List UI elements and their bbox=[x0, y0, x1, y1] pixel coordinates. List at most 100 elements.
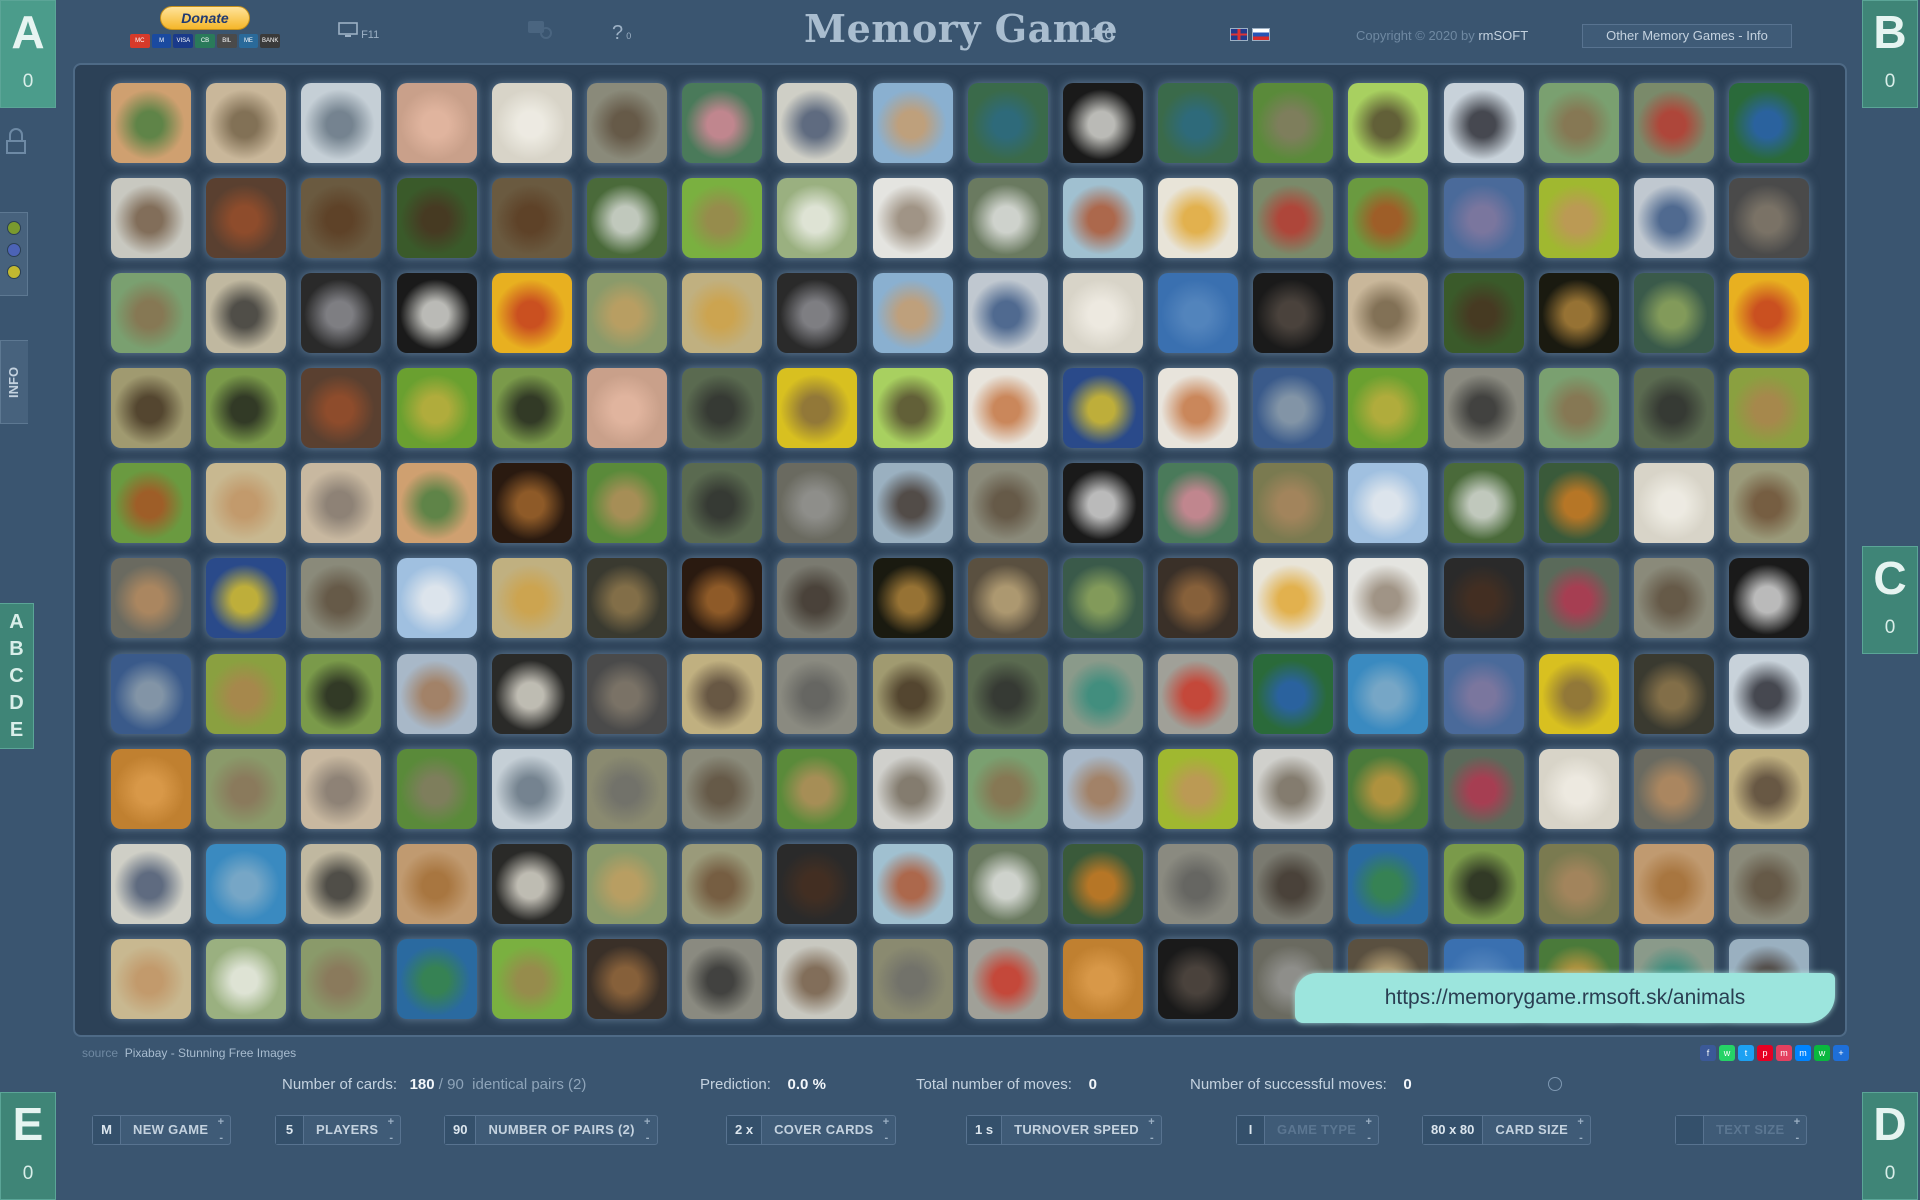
card-fly[interactable] bbox=[967, 273, 1048, 354]
card-tropical-fish[interactable] bbox=[206, 558, 287, 639]
clock-icon[interactable] bbox=[1548, 1077, 1562, 1091]
card-donkey[interactable] bbox=[872, 938, 953, 1019]
card-size-control[interactable]: 80 x 80CARD SIZE bbox=[1422, 1108, 1592, 1152]
share-icon[interactable]: w bbox=[1719, 1045, 1735, 1061]
card-gazelle[interactable] bbox=[777, 748, 858, 829]
card-duck[interactable] bbox=[1348, 843, 1429, 924]
card-flamingo[interactable] bbox=[1158, 463, 1239, 544]
card-beetle[interactable] bbox=[682, 368, 763, 449]
control-value[interactable]: 80 x 80 bbox=[1423, 1116, 1484, 1144]
card-goose[interactable] bbox=[396, 748, 477, 829]
card-ladybug[interactable] bbox=[1158, 653, 1239, 734]
share-icon[interactable]: m bbox=[1776, 1045, 1792, 1061]
card-cow[interactable] bbox=[491, 178, 572, 259]
card-beetle[interactable] bbox=[682, 463, 763, 544]
sound-toggle[interactable] bbox=[526, 18, 554, 43]
card-deer[interactable] bbox=[301, 558, 382, 639]
uk-flag-icon[interactable] bbox=[1230, 28, 1248, 41]
control-label[interactable]: NUMBER OF PAIRS (2) bbox=[476, 1108, 656, 1152]
card-pig[interactable] bbox=[396, 83, 477, 163]
card-lynx[interactable] bbox=[1538, 843, 1619, 924]
share-icon[interactable]: f bbox=[1700, 1045, 1716, 1061]
control-value[interactable]: M bbox=[93, 1116, 121, 1144]
control-label[interactable]: CARD SIZE bbox=[1483, 1108, 1590, 1152]
card-rabbit[interactable] bbox=[777, 368, 858, 449]
copyright-brand-link[interactable]: rmSOFT bbox=[1478, 28, 1528, 43]
card-deer[interactable] bbox=[586, 83, 667, 163]
card-butterfly[interactable] bbox=[1729, 273, 1810, 354]
card-stork[interactable] bbox=[777, 178, 858, 259]
card-peacock[interactable] bbox=[1158, 83, 1239, 163]
card-bee[interactable] bbox=[1253, 558, 1334, 639]
card-antelope[interactable] bbox=[206, 653, 287, 734]
donate-button[interactable]: Donate bbox=[160, 6, 250, 30]
card-camel[interactable] bbox=[111, 938, 191, 1019]
card-kangaroo[interactable] bbox=[206, 748, 287, 829]
card-zebra[interactable] bbox=[967, 843, 1048, 924]
card-goose[interactable] bbox=[1253, 83, 1334, 163]
card-pheasant[interactable] bbox=[111, 463, 191, 544]
control-value[interactable] bbox=[1676, 1116, 1704, 1144]
card-fish[interactable] bbox=[1158, 273, 1239, 354]
card-mandrill[interactable] bbox=[1443, 748, 1524, 829]
players-control[interactable]: 5PLAYERS bbox=[275, 1108, 402, 1152]
card-swallow[interactable] bbox=[111, 843, 191, 924]
card-hedgehog[interactable] bbox=[872, 178, 953, 259]
card-horse[interactable] bbox=[872, 273, 953, 354]
card-rhino[interactable] bbox=[777, 653, 858, 734]
card-rabbit[interactable] bbox=[1538, 653, 1619, 734]
card-macaw[interactable] bbox=[1253, 653, 1334, 734]
card-turtle[interactable] bbox=[1538, 83, 1619, 163]
card-wildebeest[interactable] bbox=[682, 653, 763, 734]
game-type-control[interactable]: IGAME TYPE bbox=[1236, 1108, 1380, 1152]
card-pig[interactable] bbox=[586, 368, 667, 449]
card-boar[interactable] bbox=[1253, 843, 1334, 924]
card-wolf[interactable] bbox=[1729, 178, 1810, 259]
control-value[interactable]: 1 s bbox=[967, 1116, 1003, 1144]
card-lion[interactable] bbox=[491, 463, 572, 544]
card-leopard[interactable] bbox=[586, 843, 667, 924]
card-bison[interactable] bbox=[111, 368, 191, 449]
card-lemur[interactable] bbox=[777, 463, 858, 544]
control-label[interactable]: COVER CARDS bbox=[762, 1108, 895, 1152]
fullscreen-toggle[interactable]: F11 bbox=[338, 22, 379, 41]
card-bear[interactable] bbox=[777, 843, 858, 924]
card-zebra[interactable] bbox=[967, 178, 1048, 259]
card-gazelle[interactable] bbox=[586, 463, 667, 544]
source-link[interactable]: Pixabay - Stunning Free Images bbox=[125, 1046, 296, 1060]
control-label[interactable]: GAME TYPE bbox=[1265, 1108, 1378, 1152]
card-peacock[interactable] bbox=[967, 83, 1048, 163]
card-cow[interactable] bbox=[301, 178, 382, 259]
card-iguana[interactable] bbox=[1634, 653, 1714, 734]
control-value[interactable]: 2 x bbox=[727, 1116, 763, 1144]
card-puma[interactable] bbox=[1538, 178, 1619, 259]
card-beaver[interactable] bbox=[872, 368, 953, 449]
card-moose[interactable] bbox=[1443, 273, 1524, 354]
card-crab[interactable] bbox=[1634, 83, 1714, 163]
card-dog[interactable] bbox=[1634, 843, 1714, 924]
card-lizard[interactable] bbox=[396, 463, 477, 544]
card-hedgehog[interactable] bbox=[1348, 558, 1429, 639]
card-chimpanzee[interactable] bbox=[1253, 273, 1334, 354]
card-lion[interactable] bbox=[682, 558, 763, 639]
other-games-button[interactable]: Other Memory Games - Info bbox=[1582, 24, 1792, 48]
card-seal[interactable] bbox=[301, 463, 382, 544]
card-stingray[interactable] bbox=[491, 748, 572, 829]
control-label[interactable]: PLAYERS bbox=[304, 1108, 400, 1152]
card-eagle[interactable] bbox=[1062, 83, 1143, 163]
card-bison[interactable] bbox=[872, 653, 953, 734]
card-prairie-dog[interactable] bbox=[396, 653, 477, 734]
card-dolphin[interactable] bbox=[1348, 653, 1429, 734]
card-tropical-fish[interactable] bbox=[1062, 368, 1143, 449]
lock-icon[interactable] bbox=[6, 128, 26, 154]
card-cat[interactable] bbox=[1634, 748, 1714, 829]
share-icon[interactable]: + bbox=[1833, 1045, 1849, 1061]
share-icon[interactable]: p bbox=[1757, 1045, 1773, 1061]
card-dragonfly[interactable] bbox=[206, 178, 287, 259]
card-cheetah[interactable] bbox=[682, 273, 763, 354]
card-porcupine[interactable] bbox=[1729, 463, 1810, 544]
card-panda[interactable] bbox=[1062, 463, 1143, 544]
card-turtle[interactable] bbox=[967, 748, 1048, 829]
card-deer[interactable] bbox=[967, 463, 1048, 544]
control-value[interactable]: I bbox=[1237, 1116, 1265, 1144]
